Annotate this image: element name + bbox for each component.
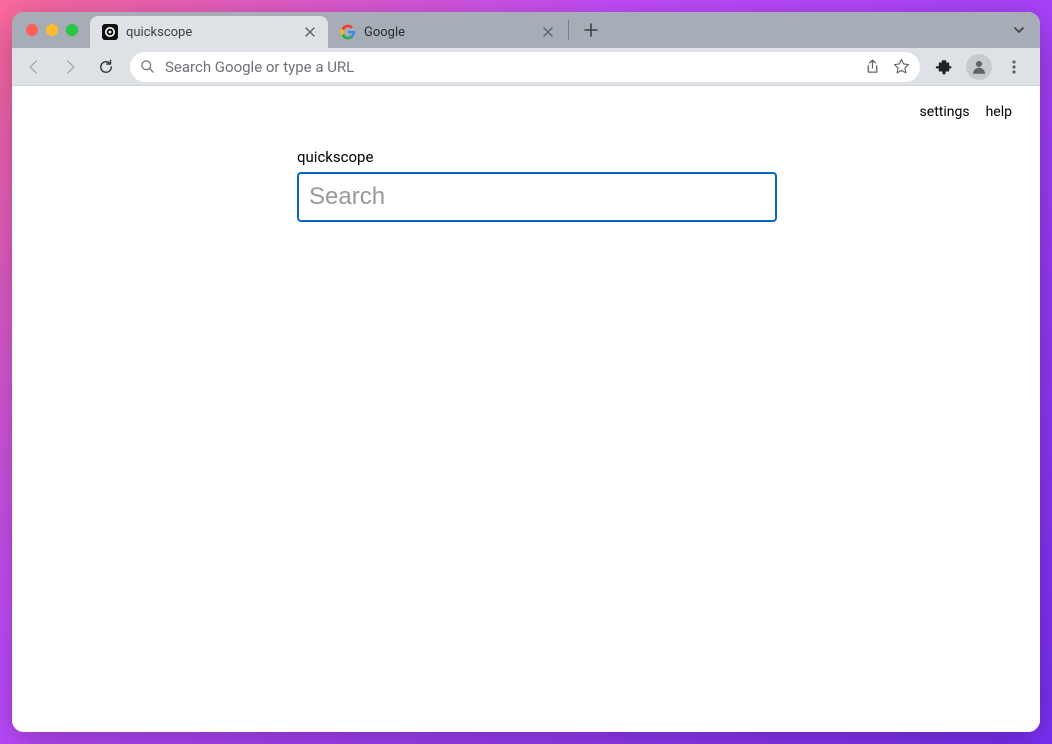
tab-google[interactable]: Google [328,16,566,48]
menu-button[interactable] [998,51,1030,83]
window-controls [12,24,78,36]
tab-quickscope[interactable]: quickscope [90,16,328,48]
tab-separator [568,20,569,40]
omnibox-placeholder: Search Google or type a URL [165,58,864,76]
toolbar-right [928,51,1034,83]
help-link[interactable]: help [986,104,1012,120]
app-area: quickscope [297,148,777,222]
toolbar: Search Google or type a URL [12,48,1040,86]
omnibox-actions [864,58,910,75]
omnibox[interactable]: Search Google or type a URL [130,52,920,82]
back-button[interactable] [18,51,50,83]
new-tab-button[interactable] [577,16,605,44]
google-favicon [340,24,356,40]
close-tab-icon[interactable] [302,24,318,40]
search-input[interactable] [297,172,777,222]
reload-button[interactable] [90,51,122,83]
extensions-button[interactable] [928,51,960,83]
top-links: settings help [920,104,1012,120]
page-content: settings help quickscope [12,86,1040,732]
close-tab-icon[interactable] [540,24,556,40]
close-window-button[interactable] [26,24,38,36]
browser-window: quickscope Google [12,12,1040,732]
settings-link[interactable]: settings [920,104,970,120]
tab-strip: quickscope Google [90,12,605,48]
tab-title: Google [364,25,536,40]
search-icon [140,59,155,74]
forward-button[interactable] [54,51,86,83]
titlebar: quickscope Google [12,12,1040,48]
tabs-overflow-button[interactable] [1012,12,1026,48]
quickscope-favicon [102,24,118,40]
maximize-window-button[interactable] [66,24,78,36]
share-icon[interactable] [864,58,881,75]
bookmark-icon[interactable] [893,58,910,75]
app-title: quickscope [297,148,777,166]
profile-button[interactable] [966,54,992,80]
minimize-window-button[interactable] [46,24,58,36]
tab-title: quickscope [126,25,298,40]
